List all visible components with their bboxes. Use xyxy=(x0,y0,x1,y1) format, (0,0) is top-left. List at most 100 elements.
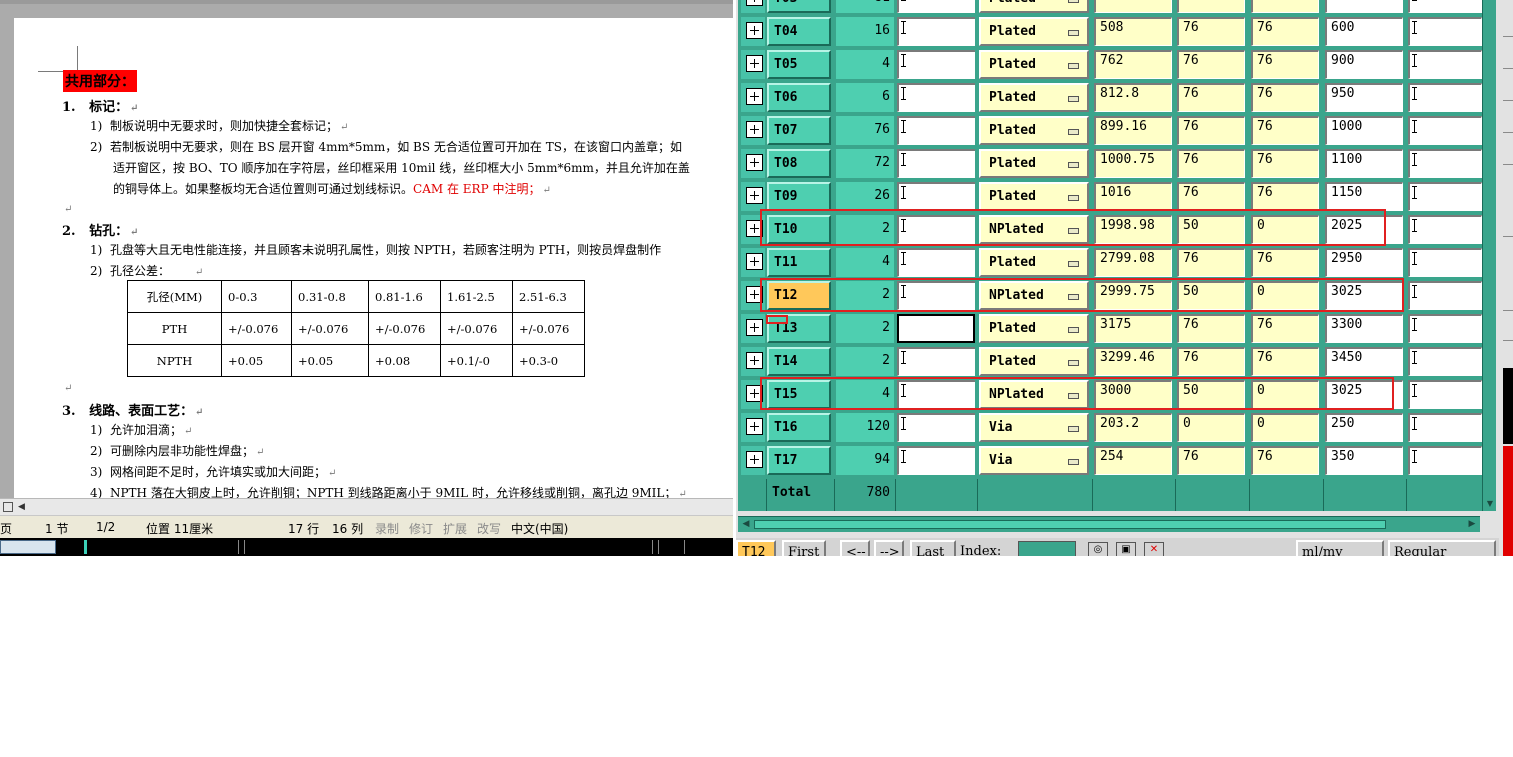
drill-size-field[interactable]: 3025 xyxy=(1325,281,1403,310)
finish-size-field[interactable]: 1000.75 xyxy=(1094,149,1172,178)
plating-type-select[interactable]: NPlated xyxy=(979,281,1089,310)
minus-tolerance-field[interactable]: 76 xyxy=(1251,116,1319,145)
document-page[interactable]: 共用部分： 1. 标记： ↵ 1) 制板说明中无要求时，则加快捷全套标记； ↵ 2)… xyxy=(14,18,733,498)
filter-icon[interactable]: ▣ xyxy=(1116,542,1136,556)
minus-tolerance-field[interactable]: 76 xyxy=(1251,83,1319,112)
extra-field[interactable] xyxy=(1408,215,1482,244)
tool-id-button[interactable]: T11 xyxy=(767,248,831,277)
expander[interactable] xyxy=(741,0,765,13)
tool-id-button[interactable]: T17 xyxy=(767,446,831,475)
extra-field[interactable] xyxy=(1408,281,1482,310)
plus-tolerance-field[interactable]: 50 xyxy=(1177,281,1245,310)
expand-plus-icon[interactable] xyxy=(746,352,763,369)
expander[interactable] xyxy=(741,50,765,79)
expander[interactable] xyxy=(741,215,765,244)
drill-size-field[interactable]: 3025 xyxy=(1325,380,1403,409)
finish-size-field[interactable]: 1998.98 xyxy=(1094,215,1172,244)
minus-tolerance-field[interactable]: 76 xyxy=(1251,446,1319,475)
first-button[interactable]: First xyxy=(782,540,826,556)
grid-vertical-scrollbar[interactable]: ▼ xyxy=(1482,0,1496,511)
plus-tolerance-field[interactable]: 76 xyxy=(1177,446,1245,475)
tool-note-input[interactable] xyxy=(897,413,975,442)
document-horizontal-scrollbar[interactable]: ◀ xyxy=(0,498,733,515)
tool-note-input[interactable] xyxy=(897,215,975,244)
tool-note-input[interactable] xyxy=(897,83,975,112)
expand-plus-icon[interactable] xyxy=(746,418,763,435)
prev-button[interactable]: <-- xyxy=(840,540,870,556)
tool-note-input[interactable] xyxy=(897,0,975,13)
tool-id-button[interactable]: T07 xyxy=(767,116,831,145)
tool-id-button[interactable]: T09 xyxy=(767,182,831,211)
tool-note-input[interactable] xyxy=(897,314,975,343)
extra-field[interactable] xyxy=(1408,248,1482,277)
plating-type-select[interactable]: NPlated xyxy=(979,380,1089,409)
expand-plus-icon[interactable] xyxy=(746,121,763,138)
close-icon[interactable]: ✕ xyxy=(1144,542,1164,556)
expand-plus-icon[interactable] xyxy=(746,451,763,468)
plating-type-select[interactable]: NPlated xyxy=(979,215,1089,244)
index-input[interactable] xyxy=(1018,541,1076,556)
expander[interactable] xyxy=(741,413,765,442)
extra-field[interactable] xyxy=(1408,50,1482,79)
plating-type-select[interactable]: Plated xyxy=(979,347,1089,376)
extra-field[interactable] xyxy=(1408,314,1482,343)
tool-id-button[interactable]: T04 xyxy=(767,17,831,46)
plating-type-select[interactable]: Plated xyxy=(979,116,1089,145)
plus-tolerance-field[interactable]: 76 xyxy=(1177,83,1245,112)
tool-id-button[interactable]: T13 xyxy=(767,314,831,343)
next-button[interactable]: --> xyxy=(874,540,904,556)
finish-size-field[interactable]: 2799.08 xyxy=(1094,248,1172,277)
plus-tolerance-field[interactable]: 50 xyxy=(1177,380,1245,409)
finish-size-field[interactable]: 899.16 xyxy=(1094,116,1172,145)
expander[interactable] xyxy=(741,17,765,46)
plus-tolerance-field[interactable]: 76 xyxy=(1177,149,1245,178)
drill-size-field[interactable]: 600 xyxy=(1325,17,1403,46)
finish-size-field[interactable]: 762 xyxy=(1094,50,1172,79)
plus-tolerance-field[interactable]: 76 xyxy=(1177,17,1245,46)
view-mode-icon[interactable] xyxy=(3,502,13,512)
expand-plus-icon[interactable] xyxy=(746,187,763,204)
expand-plus-icon[interactable] xyxy=(746,88,763,105)
tool-note-input[interactable] xyxy=(897,182,975,211)
grid-horizontal-scrollbar[interactable]: ◀ ▶ xyxy=(738,516,1480,532)
scroll-right-icon[interactable]: ▶ xyxy=(1466,519,1478,530)
minus-tolerance-field[interactable]: 76 xyxy=(1251,149,1319,178)
tool-id-button[interactable]: T08 xyxy=(767,149,831,178)
tool-id-button[interactable]: T14 xyxy=(767,347,831,376)
plus-tolerance-field[interactable]: 0 xyxy=(1177,413,1245,442)
extra-field[interactable] xyxy=(1408,0,1482,13)
tool-id-button[interactable]: T06 xyxy=(767,83,831,112)
finish-size-field[interactable]: 254 xyxy=(1094,446,1172,475)
status-record[interactable]: 录制 xyxy=(375,520,399,537)
drill-size-field[interactable]: 900 xyxy=(1325,50,1403,79)
plus-tolerance-field[interactable]: 76 xyxy=(1177,50,1245,79)
expand-plus-icon[interactable] xyxy=(746,0,763,6)
drill-size-field[interactable]: 250 xyxy=(1325,413,1403,442)
plating-type-select[interactable]: Plated xyxy=(979,0,1089,13)
plating-type-select[interactable]: Via xyxy=(979,413,1089,442)
expander[interactable] xyxy=(741,248,765,277)
taskbar-item[interactable] xyxy=(0,540,56,554)
finish-size-field[interactable]: 3175 xyxy=(1094,314,1172,343)
extra-field[interactable] xyxy=(1408,182,1482,211)
plating-type-select[interactable]: Plated xyxy=(979,149,1089,178)
expand-plus-icon[interactable] xyxy=(746,154,763,171)
expander[interactable] xyxy=(741,116,765,145)
plating-type-select[interactable]: Plated xyxy=(979,83,1089,112)
tool-note-input[interactable] xyxy=(897,347,975,376)
drill-size-field[interactable]: 2950 xyxy=(1325,248,1403,277)
units-selector[interactable]: ml/mv xyxy=(1296,540,1384,556)
plus-tolerance-field[interactable]: 50 xyxy=(1177,215,1245,244)
plus-tolerance-field[interactable]: 76 xyxy=(1177,347,1245,376)
tool-note-input[interactable] xyxy=(897,17,975,46)
scroll-left-icon[interactable]: ◀ xyxy=(18,502,28,512)
tool-note-input[interactable] xyxy=(897,149,975,178)
minus-tolerance-field[interactable]: 0 xyxy=(1251,215,1319,244)
minus-tolerance-field[interactable]: 76 xyxy=(1251,314,1319,343)
finish-size-field[interactable]: 508 xyxy=(1094,17,1172,46)
tool-note-input[interactable] xyxy=(897,50,975,79)
tool-note-input[interactable] xyxy=(897,446,975,475)
expand-plus-icon[interactable] xyxy=(746,385,763,402)
tool-id-button[interactable]: T10 xyxy=(767,215,831,244)
plus-tolerance-field[interactable]: 76 xyxy=(1177,248,1245,277)
